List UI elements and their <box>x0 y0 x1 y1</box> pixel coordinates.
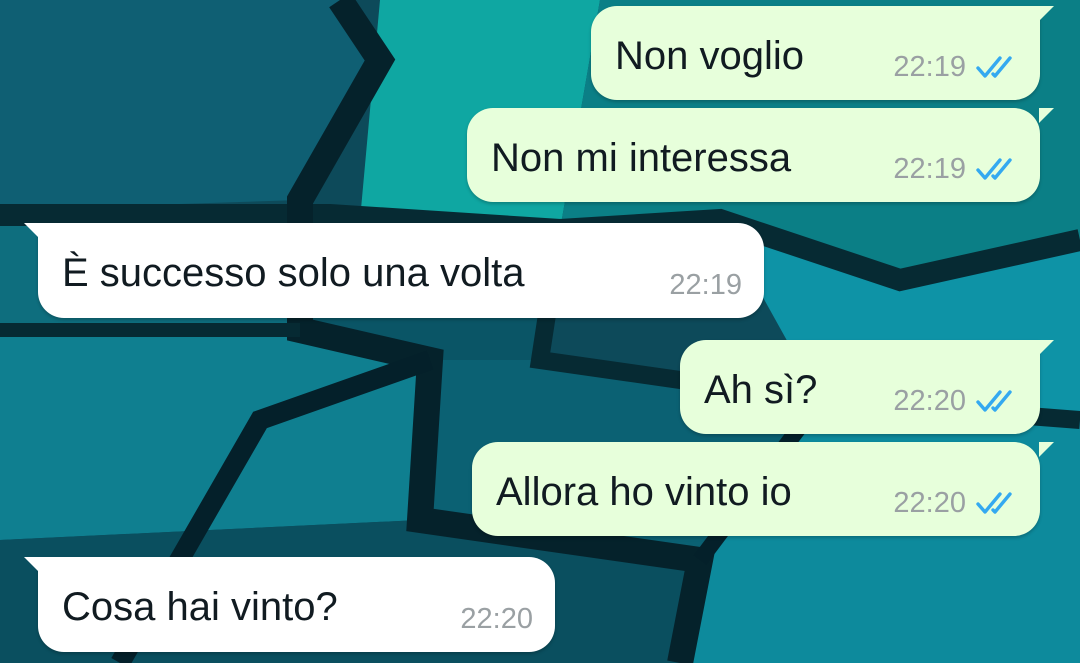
message-time: 22:20 <box>460 603 533 635</box>
outgoing-message-bubble[interactable]: Allora ho vinto io 22:20 <box>472 442 1054 536</box>
message-text: Ah sì? <box>704 368 818 412</box>
double-check-read-icon <box>976 56 1012 78</box>
outgoing-message-bubble[interactable]: Non mi interessa 22:19 <box>467 108 1054 202</box>
outgoing-message-bubble[interactable]: Ah sì? 22:20 <box>680 340 1054 434</box>
outgoing-message-bubble[interactable]: Non voglio 22:19 <box>591 6 1054 100</box>
double-check-read-icon <box>976 158 1012 180</box>
message-time: 22:20 <box>893 385 966 417</box>
double-check-read-icon <box>976 390 1012 412</box>
incoming-message-bubble[interactable]: È successo solo una volta 22:19 <box>24 223 764 318</box>
incoming-message-bubble[interactable]: Cosa hai vinto? 22:20 <box>24 557 555 652</box>
message-time: 22:19 <box>893 51 966 83</box>
message-meta: 22:19 <box>893 50 1018 84</box>
message-meta: 22:20 <box>893 384 1018 418</box>
message-text: Non voglio <box>615 34 805 78</box>
message-meta: 22:20 <box>460 602 533 636</box>
message-text: Allora ho vinto io <box>496 470 792 514</box>
message-time: 22:19 <box>893 153 966 185</box>
message-meta: 22:20 <box>893 486 1018 520</box>
message-text: Cosa hai vinto? <box>62 585 338 629</box>
message-meta: 22:19 <box>893 152 1018 186</box>
message-time: 22:20 <box>893 487 966 519</box>
message-text: Non mi interessa <box>491 136 792 180</box>
double-check-read-icon <box>976 492 1012 514</box>
message-text: È successo solo una volta <box>62 251 525 295</box>
message-time: 22:19 <box>669 269 742 301</box>
message-meta: 22:19 <box>669 268 742 302</box>
